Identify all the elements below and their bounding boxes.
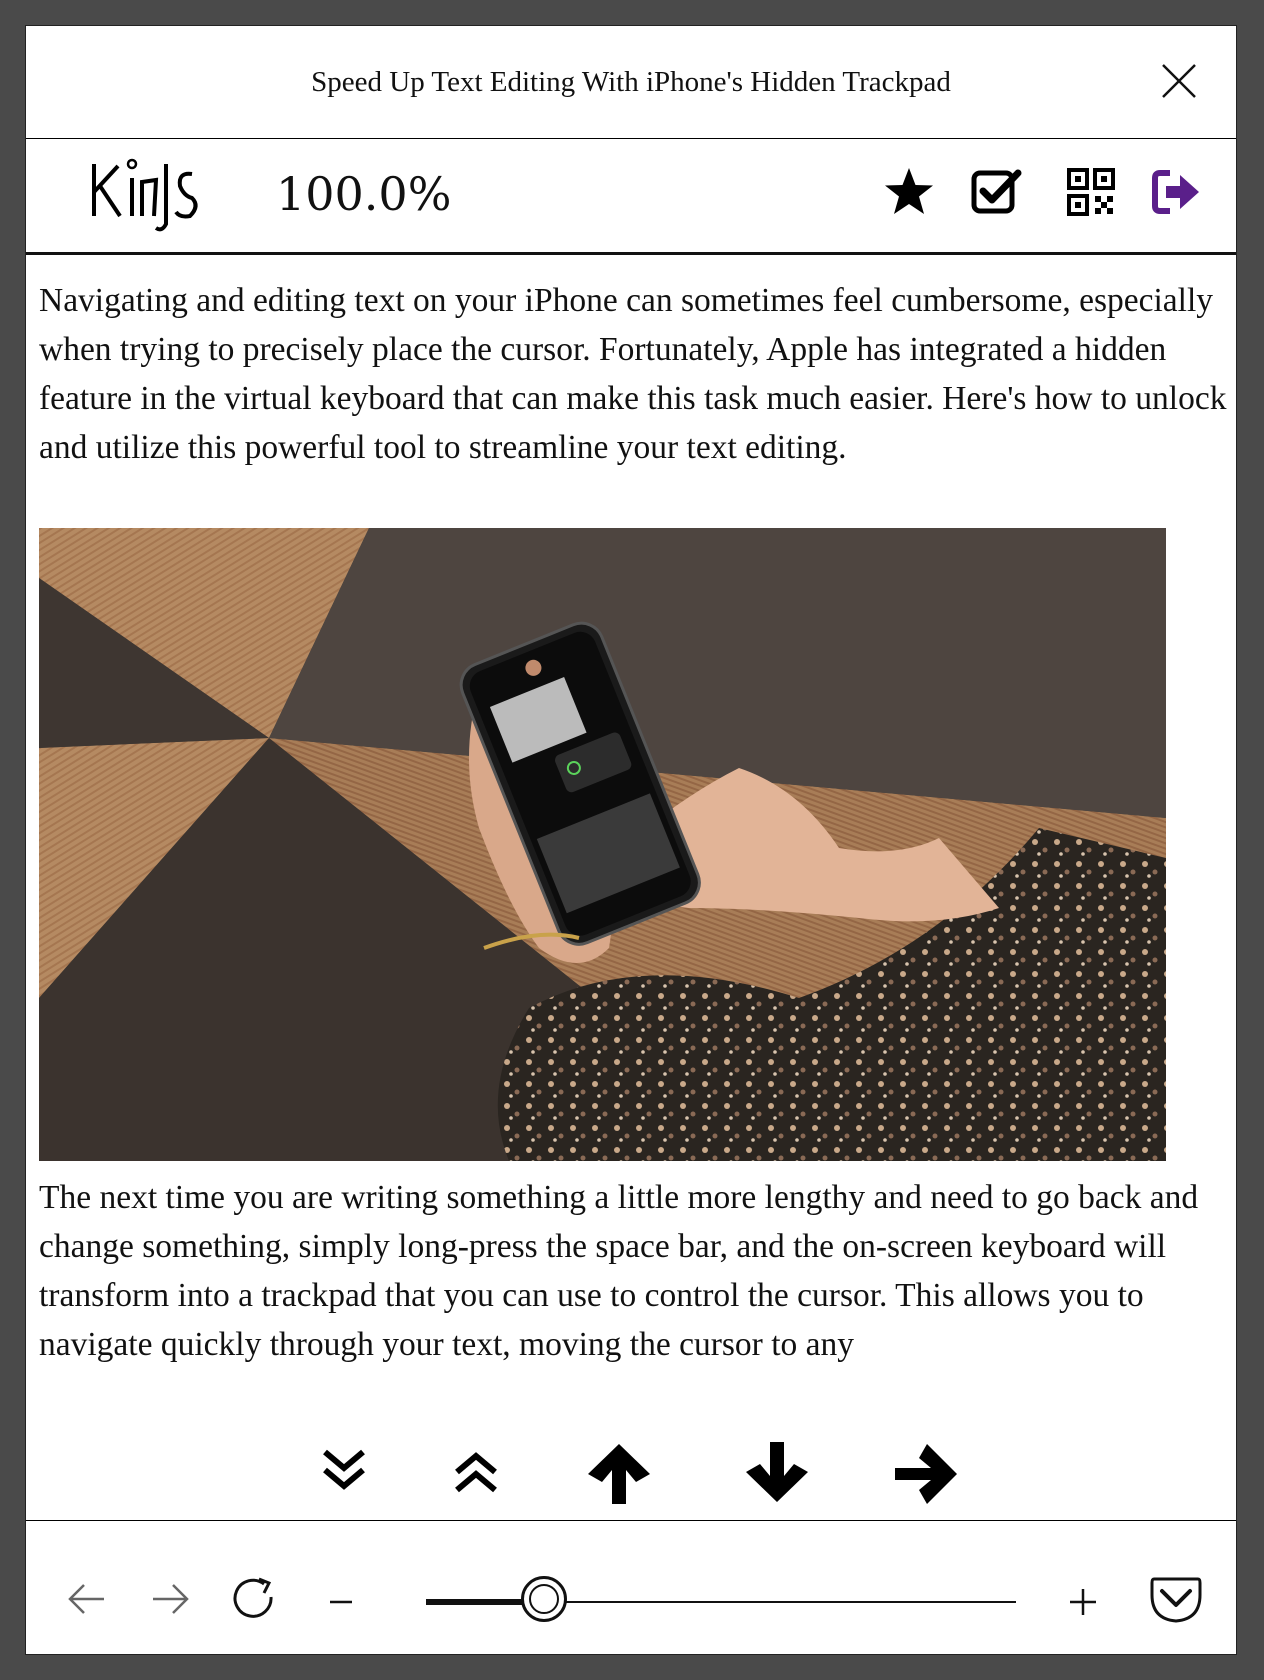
article-paragraph: The next time you are writing something … xyxy=(39,1179,1199,1363)
article-content: Navigating and editing text on your iPho… xyxy=(39,262,1229,1422)
back-icon[interactable] xyxy=(66,1579,106,1619)
page-down-icon[interactable] xyxy=(319,1446,369,1494)
bottom-navigation xyxy=(26,1520,1236,1654)
star-icon[interactable] xyxy=(882,165,936,219)
title-bar: Speed Up Text Editing With iPhone's Hidd… xyxy=(26,26,1236,139)
article-paragraph: Navigating and editing text on your iPho… xyxy=(39,282,1227,466)
app-logo xyxy=(92,158,198,232)
toolbar: 100.0% xyxy=(26,139,1236,255)
arrow-up-icon[interactable] xyxy=(584,1440,654,1508)
qr-code-icon[interactable] xyxy=(1064,165,1118,219)
page-title: Speed Up Text Editing With iPhone's Hidd… xyxy=(311,66,951,98)
arrow-down-icon[interactable] xyxy=(742,1438,812,1506)
zoom-in-icon[interactable] xyxy=(1066,1585,1100,1619)
arrow-right-icon[interactable] xyxy=(891,1440,961,1508)
pocket-icon[interactable] xyxy=(1148,1571,1204,1625)
reload-icon[interactable] xyxy=(231,1575,279,1623)
zoom-out-icon[interactable] xyxy=(326,1587,356,1617)
zoom-level: 100.0% xyxy=(276,167,452,221)
article-image xyxy=(39,528,1166,1161)
page-up-icon[interactable] xyxy=(451,1448,501,1496)
close-icon[interactable] xyxy=(1160,62,1198,100)
scroll-controls xyxy=(26,1424,1236,1520)
forward-icon[interactable] xyxy=(151,1579,191,1619)
reader-window: Speed Up Text Editing With iPhone's Hidd… xyxy=(25,25,1237,1655)
zoom-slider-thumb[interactable] xyxy=(521,1576,567,1622)
checkbox-icon[interactable] xyxy=(970,165,1024,219)
exit-icon[interactable] xyxy=(1150,165,1204,219)
